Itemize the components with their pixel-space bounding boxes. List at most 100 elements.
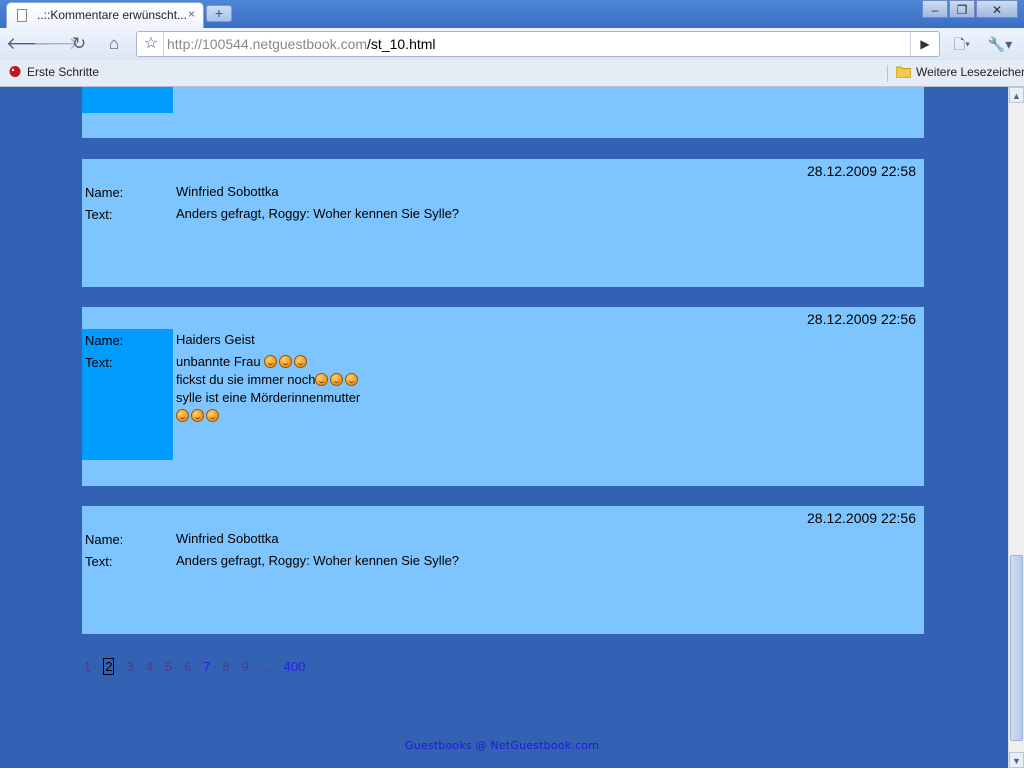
page-link[interactable]: 9 (242, 659, 249, 674)
smiley-icon (279, 355, 293, 368)
page-separator: · (193, 659, 198, 674)
page-separator: · (135, 659, 140, 674)
entry-text-line: sylle ist eine Mörderinnenmutter (176, 390, 361, 405)
smiley-icon (264, 355, 278, 368)
entry-text-line: Anders gefragt, Roggy: Woher kennen Sie … (176, 206, 460, 221)
address-bar[interactable]: ☆ http://100544.netguestbook.com/st_10.h… (136, 31, 940, 57)
page-separator: · (231, 659, 236, 674)
tools-menu-button[interactable]: 🔧▾ (986, 34, 1014, 54)
name-label: Name: (85, 185, 124, 200)
vertical-scrollbar[interactable]: ▲ ▼ (1008, 87, 1024, 768)
smiley-icon (330, 373, 344, 386)
entry-date: 28.12.2009 22:56 (807, 311, 916, 327)
page-separator: · (154, 659, 160, 674)
text-label: Text: (85, 355, 113, 370)
browser-toolbar: 🡐 🡒 ↻ ⌂ ☆ http://100544.netguestbook.com… (0, 28, 1024, 60)
guestbook-entry: 28.12.2009 22:56 Name: Winfried Sobottka… (82, 506, 924, 634)
bookmark-favicon-icon (8, 65, 22, 81)
scroll-down-button[interactable]: ▼ (1009, 752, 1024, 768)
smiley-icon (315, 373, 329, 386)
url-domain: http://100544.netguestbook.com (167, 36, 368, 52)
page-separator: · (93, 659, 98, 674)
entry-text-line-content: unbannte Frau (176, 354, 265, 369)
url-path: /st_10.html (367, 36, 436, 52)
entry-name: Winfried Sobottka (176, 531, 279, 546)
entry-date: 28.12.2009 22:56 (807, 510, 916, 526)
play-icon: ▶ (920, 37, 930, 51)
bookmark-label: Weitere Lesezeichen (916, 65, 1024, 79)
smiley-icon (191, 409, 204, 422)
omnibox-divider (163, 32, 164, 56)
entry-name: Winfried Sobottka (176, 184, 279, 199)
page-separator: · (273, 659, 279, 674)
bookmark-star-icon[interactable]: ☆ (141, 34, 161, 54)
footer-link[interactable]: Guestbooks @ NetGuestbook.com (405, 739, 599, 752)
bookmark-weitere-lesezeichen[interactable]: Weitere Lesezeichen (895, 65, 1024, 81)
name-label: Name: (85, 333, 124, 348)
page-separator: · (174, 659, 179, 674)
pagination: 1 · 2 · 3 · 4 · 5 · 6 · 7 · 8 · 9 · ... · 400 (84, 658, 307, 675)
page-menu-button[interactable]: 🗋▾ (948, 34, 976, 54)
reload-icon: ↻ (71, 34, 87, 53)
entry-highlight (82, 87, 173, 113)
page-link[interactable]: 8 (222, 659, 229, 674)
page-link[interactable]: 6 (184, 659, 191, 674)
entry-text-line: fickst du sie immer noch (176, 371, 360, 389)
smiley-icon (206, 409, 219, 422)
page-icon (17, 9, 27, 22)
guestbook-entry: 28.12.2009 22:56 Name: Haiders Geist Tex… (82, 307, 924, 486)
entry-text: Anders gefragt, Roggy: Woher kennen Sie … (176, 205, 459, 223)
wrench-icon: 🔧▾ (987, 36, 1013, 52)
page-link[interactable]: 3 (126, 659, 133, 674)
tab-title: ..::Kommentare erwünscht... (37, 8, 188, 22)
page-menu-icon: 🗋▾ (953, 36, 971, 52)
page-link-last[interactable]: 400 (284, 659, 306, 674)
page-ellipsis: ... (260, 659, 272, 674)
back-button[interactable]: 🡐 (6, 33, 52, 55)
page-link[interactable]: 5 (165, 659, 172, 674)
close-button[interactable]: ✕ (976, 0, 1018, 18)
scroll-up-button[interactable]: ▲ (1009, 87, 1024, 103)
bookmarks-divider (887, 65, 888, 82)
smiley-icon (345, 373, 359, 386)
home-icon: ⌂ (108, 34, 120, 53)
text-label: Text: (85, 207, 113, 222)
minimize-button[interactable]: – (922, 0, 948, 18)
entry-text: Anders gefragt, Roggy: Woher kennen Sie … (176, 552, 459, 570)
forward-button[interactable]: 🡒 (33, 33, 79, 55)
folder-icon (895, 66, 912, 81)
reload-button[interactable]: ↻ (67, 33, 91, 55)
page-separator: · (116, 659, 121, 674)
entry-highlight (82, 329, 173, 460)
url-text[interactable]: http://100544.netguestbook.com/st_10.htm… (167, 36, 436, 52)
tab-close-icon[interactable]: × (188, 7, 195, 21)
bookmarks-bar: Erste Schritte Weitere Lesezeichen (0, 60, 1024, 87)
new-tab-button[interactable]: + (206, 5, 232, 22)
maximize-button[interactable]: ❐ (949, 0, 975, 18)
entry-date: 28.12.2009 22:58 (807, 163, 916, 179)
entry-text-line-content: fickst du sie immer noch (176, 372, 316, 387)
guestbook-entry-partial (82, 87, 924, 138)
scroll-down-icon: ▼ (1012, 756, 1021, 766)
smiley-icon (176, 409, 189, 422)
page-link[interactable]: 7 (203, 659, 210, 674)
browser-tab[interactable]: ..::Kommentare erwünscht... × (6, 2, 204, 28)
smiley-icon (294, 355, 308, 368)
page-separator: · (212, 659, 217, 674)
home-button[interactable]: ⌂ (102, 33, 126, 55)
page-current: 2 (103, 658, 115, 675)
entry-name: Haiders Geist (176, 332, 255, 347)
scrollbar-thumb[interactable] (1010, 555, 1023, 741)
page-link[interactable]: 1 (84, 659, 91, 674)
page-viewport: 28.12.2009 22:58 Name: Winfried Sobottka… (0, 87, 1008, 768)
page-link[interactable]: 4 (146, 659, 153, 674)
entry-text-line (176, 407, 360, 425)
bookmark-erste-schritte[interactable]: Erste Schritte (8, 65, 99, 81)
name-label: Name: (85, 532, 124, 547)
window-titlebar: ..::Kommentare erwünscht... × + – ❐ ✕ (0, 0, 1024, 28)
scroll-up-icon: ▲ (1012, 91, 1021, 101)
window-controls: – ❐ ✕ (921, 0, 1018, 18)
go-button[interactable]: ▶ (910, 32, 939, 56)
page-separator: · (250, 659, 256, 674)
text-label: Text: (85, 554, 113, 569)
